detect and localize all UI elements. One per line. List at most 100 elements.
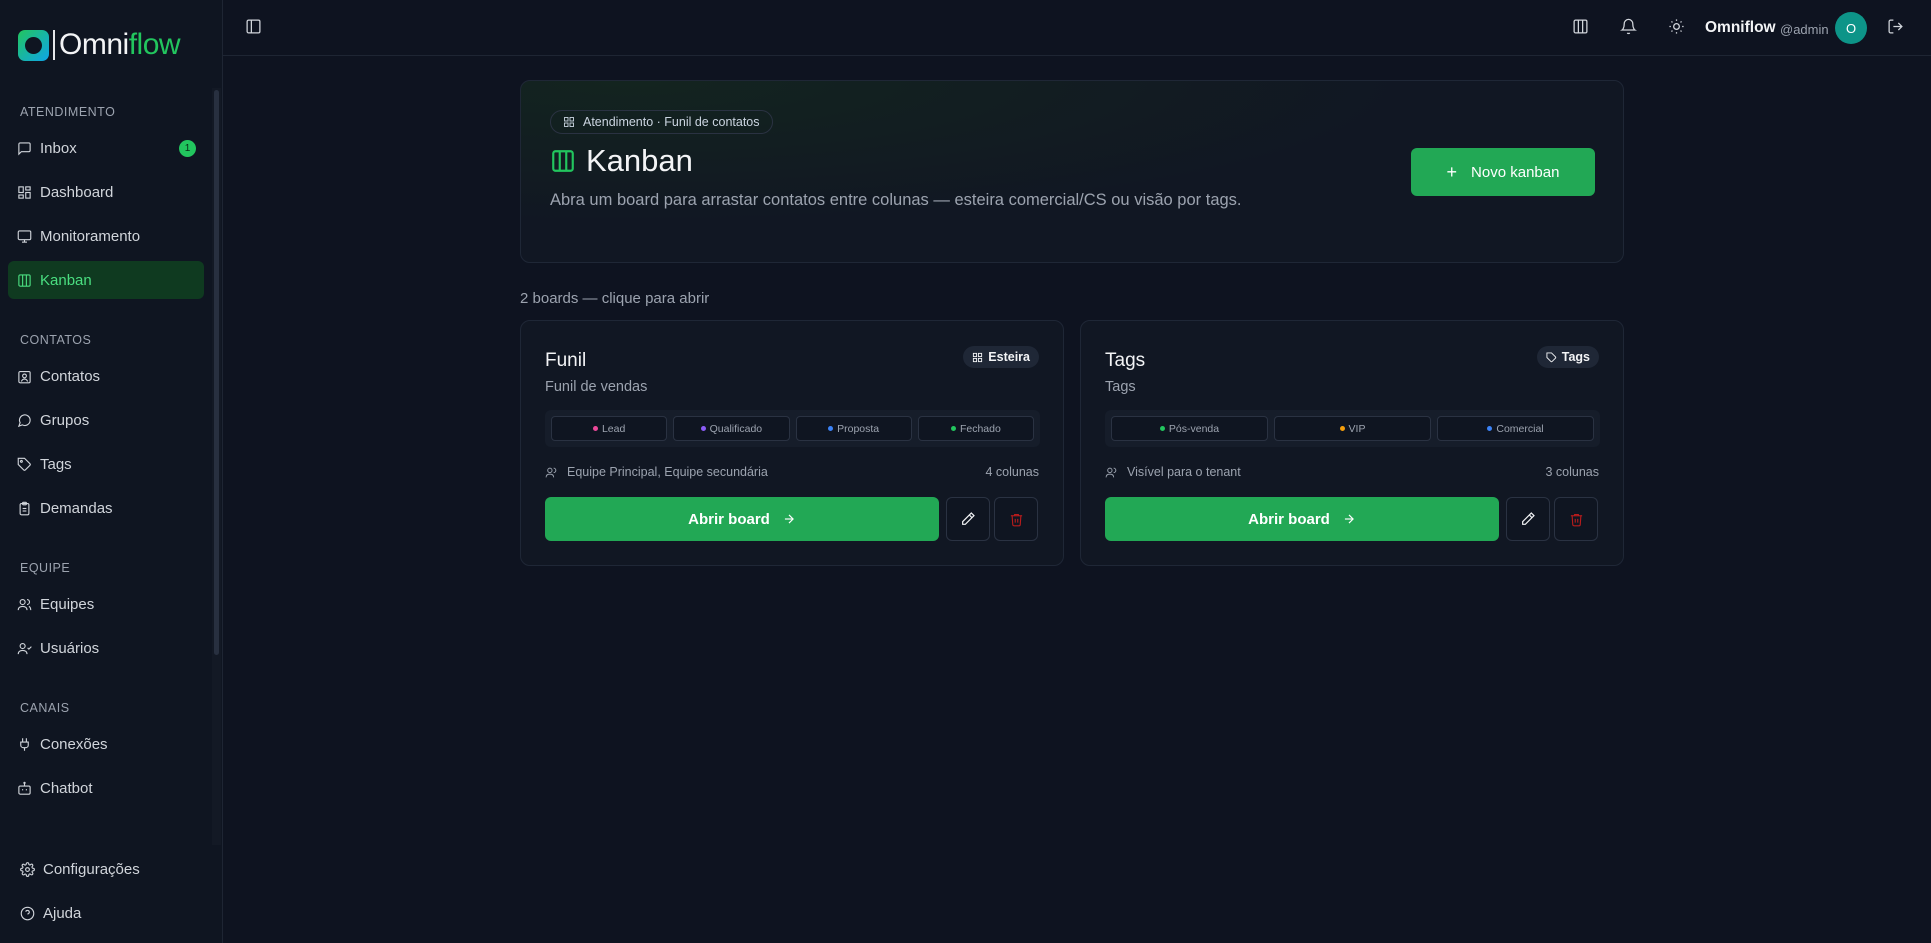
users-icon	[545, 467, 557, 477]
sidebar-item-configuracoes[interactable]: Configurações	[20, 861, 140, 878]
omniflow-logo[interactable]: Omniflow	[18, 28, 181, 62]
column-color-dot	[1159, 426, 1165, 431]
board-columns-preview: Lead Qualificado Proposta Fechado	[545, 410, 1040, 447]
page-description: Abra um board para arrastar contatos ent…	[550, 191, 1242, 209]
sidebar-item-label: Kanban	[40, 271, 92, 289]
sidebar-item-label: Grupos	[40, 411, 90, 429]
grid-icon	[973, 352, 983, 362]
monitor-icon	[16, 228, 32, 244]
page-title-text: Kanban	[586, 143, 693, 178]
pencil-icon	[962, 512, 975, 525]
bot-icon	[16, 780, 32, 796]
open-board-button[interactable]: Abrir board	[1105, 497, 1499, 541]
tag-icon	[1546, 351, 1556, 362]
sidebar-item-label: Usuários	[40, 639, 100, 657]
trash-icon	[1010, 513, 1022, 526]
open-board-button[interactable]: Abrir board	[545, 497, 939, 541]
top-bar: Omniflow @admin O	[223, 0, 1931, 56]
logout-button[interactable]	[1887, 18, 1907, 38]
logout-icon	[1888, 19, 1903, 34]
sidebar-item-inbox[interactable]: Inbox 1	[8, 129, 204, 167]
column-label: Comercial	[1496, 422, 1544, 435]
arrow-right-icon	[1344, 514, 1354, 524]
kanban-view-button[interactable]	[1572, 18, 1592, 38]
board-title: Tags	[1105, 350, 1146, 371]
column-chip: Comercial	[1437, 416, 1594, 441]
kanban-icon	[552, 150, 574, 172]
new-kanban-button[interactable]: + Novo kanban	[1411, 148, 1595, 196]
board-visibility-text: Equipe Principal, Equipe secundária	[567, 465, 768, 479]
trash-icon	[1570, 513, 1582, 526]
delete-board-button[interactable]	[1554, 497, 1598, 541]
sidebar-item-dashboard[interactable]: Dashboard	[8, 173, 204, 211]
column-label: Pós-venda	[1168, 422, 1220, 435]
board-type-label: Esteira	[988, 350, 1030, 364]
column-color-dot	[1339, 426, 1345, 431]
column-label: Lead	[601, 422, 626, 435]
board-title: Funil	[545, 350, 587, 371]
column-chip: Lead	[551, 416, 668, 441]
edit-board-button[interactable]	[946, 497, 990, 541]
users-icon	[16, 596, 32, 612]
sidebar-item-usuarios[interactable]: Usuários	[8, 629, 204, 667]
board-column-count: 4 colunas	[985, 465, 1039, 479]
notifications-button[interactable]	[1620, 18, 1640, 38]
plus-icon: +	[1446, 161, 1458, 182]
bell-icon	[1620, 18, 1637, 35]
column-chip: Qualificado	[673, 416, 790, 441]
breadcrumb: Atendimento · Funil de contatos	[550, 110, 773, 134]
open-board-label: Abrir board	[1248, 510, 1330, 528]
sidebar-toggle-button[interactable]	[245, 18, 265, 38]
sidebar-item-label: Ajuda	[43, 905, 82, 922]
board-subtitle: Funil de vendas	[545, 379, 648, 395]
arrow-right-icon	[784, 514, 794, 524]
board-card-funil[interactable]: Funil Funil de vendas Esteira Lead Quali…	[520, 320, 1064, 566]
sidebar-item-chatbot[interactable]: Chatbot	[8, 769, 204, 807]
page-title: Kanban	[550, 143, 693, 179]
sidebar-item-label: Conexões	[40, 735, 108, 753]
avatar[interactable]: O	[1835, 12, 1867, 44]
sidebar-scrollbar[interactable]	[214, 90, 219, 655]
gear-icon	[20, 862, 35, 877]
sidebar-item-conexoes[interactable]: Conexões	[8, 725, 204, 763]
clipboard-icon	[16, 500, 32, 516]
sidebar-item-grupos[interactable]: Grupos	[8, 401, 204, 439]
kanban-icon	[16, 272, 32, 288]
column-chip: Pós-venda	[1111, 416, 1268, 441]
breadcrumb-text: Atendimento · Funil de contatos	[583, 115, 760, 129]
logo-mark-icon	[18, 29, 49, 61]
column-color-dot	[1487, 426, 1493, 431]
sidebar-item-contatos[interactable]: Contatos	[8, 357, 204, 395]
logo-text-flow: flow	[128, 28, 181, 61]
column-color-dot	[950, 426, 956, 431]
board-card-tags[interactable]: Tags Tags Tags Pós-venda VIP Comercial V…	[1080, 320, 1624, 566]
board-column-count: 3 colunas	[1545, 465, 1599, 479]
layout-dashboard-icon	[16, 184, 32, 200]
board-subtitle: Tags	[1105, 379, 1136, 395]
board-visibility: Visível para o tenant	[1105, 465, 1241, 479]
column-label: Fechado	[959, 422, 1001, 435]
sidebar-item-monitoramento[interactable]: Monitoramento	[8, 217, 204, 255]
grid-icon	[564, 117, 574, 127]
message-square-icon	[16, 140, 32, 156]
column-color-dot	[700, 426, 706, 431]
sidebar-item-label: Tags	[40, 455, 72, 473]
theme-toggle-button[interactable]	[1668, 18, 1688, 38]
sidebar-item-label: Demandas	[40, 499, 113, 517]
new-kanban-label: Novo kanban	[1471, 163, 1560, 181]
inbox-count-badge: 1	[179, 139, 196, 157]
open-board-label: Abrir board	[688, 510, 770, 528]
sidebar-item-kanban[interactable]: Kanban	[8, 261, 204, 299]
delete-board-button[interactable]	[994, 497, 1038, 541]
logo-text-o: O	[59, 28, 82, 61]
sidebar-item-ajuda[interactable]: Ajuda	[20, 905, 81, 922]
board-type-label: Tags	[1561, 350, 1590, 364]
message-circle-icon	[16, 412, 32, 428]
sidebar-item-label: Inbox	[40, 139, 77, 157]
column-label: Qualificado	[709, 422, 763, 435]
sidebar-item-demandas[interactable]: Demandas	[8, 489, 204, 527]
help-circle-icon	[20, 906, 35, 921]
edit-board-button[interactable]	[1506, 497, 1550, 541]
sidebar-item-equipes[interactable]: Equipes	[8, 585, 204, 623]
sidebar-item-tags[interactable]: Tags	[8, 445, 204, 483]
